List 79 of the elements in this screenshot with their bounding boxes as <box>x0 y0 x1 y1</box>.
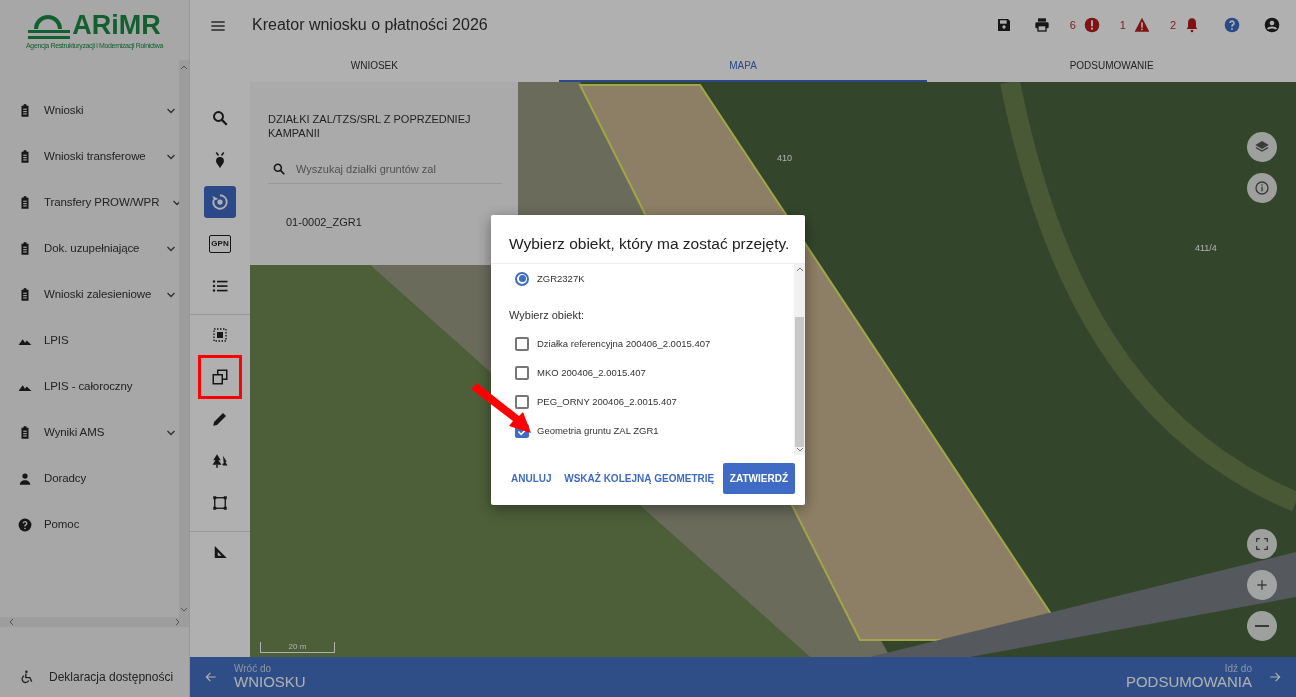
back-link[interactable]: Wróć do WNIOSKU <box>204 663 306 691</box>
dialog-title: Wybierz obiekt, który ma zostać przejęty. <box>508 234 791 254</box>
tab[interactable]: WNIOSEK <box>190 50 559 82</box>
confirm-button[interactable]: ZATWIERDŹ <box>722 463 795 495</box>
save-button[interactable] <box>995 17 1012 33</box>
radio-option[interactable]: ZGR2327K <box>515 264 794 294</box>
panel-title: DZIAŁKI ZAL/TZS/SRL Z POPRZEDNIEJ KAMPANII <box>268 112 472 141</box>
map-label: 410 <box>777 152 793 165</box>
bell-icon <box>1184 17 1200 33</box>
scroll-down-icon <box>180 607 188 613</box>
alert-count: 2 <box>1169 17 1176 33</box>
checkbox[interactable] <box>515 395 529 410</box>
help-icon <box>1224 17 1240 33</box>
wheelchair-icon <box>20 670 34 684</box>
printer-button[interactable] <box>1033 17 1050 33</box>
search-field[interactable]: Wyszukaj działki gruntów zal <box>296 160 498 178</box>
bell-button[interactable] <box>1184 17 1200 33</box>
sidebar-item[interactable]: Dok. uzupełniające <box>0 226 179 272</box>
next-link[interactable]: Idź do PODSUMOWANIA <box>1125 663 1282 691</box>
sidebar-item[interactable]: Pomoc <box>0 502 179 548</box>
tab[interactable]: PODSUMOWANIE <box>927 50 1296 82</box>
warning-triangle-button[interactable] <box>1133 17 1150 33</box>
arrow-right-icon <box>1268 670 1282 684</box>
sidebar-item[interactable]: Wyniki AMS <box>0 410 179 456</box>
pencil-icon <box>211 410 229 428</box>
alert-count: 1 <box>1119 17 1126 33</box>
scroll-up-icon <box>795 266 804 273</box>
sidebar-item[interactable]: LPIS - całoroczny <box>0 364 179 410</box>
person-icon <box>18 472 32 486</box>
checkbox-option[interactable]: Działka referencyjna 200406_2.0015.407 <box>515 329 794 359</box>
help-icon <box>18 518 32 532</box>
help-button[interactable] <box>1224 17 1240 33</box>
dialog-button[interactable]: WSKAŻ KOLEJNĄ GEOMETRIĘ <box>560 465 719 493</box>
warning-triangle-icon <box>1133 17 1150 33</box>
checkbox-option[interactable]: PEG_ORNY 200406_2.0015.407 <box>515 387 794 417</box>
dashed-square-icon <box>211 326 229 344</box>
account-icon <box>1264 17 1280 33</box>
scrollbar-thumb[interactable] <box>795 316 804 447</box>
sidebar-item[interactable]: Doradcy <box>0 456 179 502</box>
scroll-right-icon <box>175 618 181 626</box>
save-icon <box>995 17 1012 33</box>
printer-icon <box>1033 17 1050 33</box>
logo-text: ARiMR <box>72 12 161 40</box>
scroll-down-icon <box>795 447 804 454</box>
logo-arch-icon <box>28 13 71 40</box>
overlapping-squares-icon <box>211 368 229 386</box>
arrow-left-icon <box>204 670 218 684</box>
info-icon <box>1254 180 1270 196</box>
sidebar-item[interactable]: Wnioski transferowe <box>0 134 179 180</box>
selection-square-icon <box>211 494 229 512</box>
plus-icon <box>1254 577 1270 593</box>
sidebar-item[interactable]: LPIS <box>0 318 179 364</box>
section-label: Wybierz obiekt: <box>509 308 586 324</box>
circular-arrows-tool[interactable] <box>204 186 236 218</box>
account-button[interactable] <box>1264 17 1280 33</box>
gpn-tool[interactable]: GPN <box>204 228 236 260</box>
sidebar-item[interactable]: Wnioski <box>0 88 179 134</box>
scroll-left-icon <box>8 618 14 626</box>
dialog-button[interactable]: ANULUJ <box>507 465 556 493</box>
page-title: Kreator wniosku o płatności 2026 <box>252 15 489 35</box>
map-label: 411/4 <box>1195 242 1217 255</box>
trees-icon <box>211 452 229 470</box>
minus-icon <box>1255 625 1269 627</box>
checkbox[interactable] <box>515 337 529 352</box>
exclamation-circle-button[interactable] <box>1083 17 1100 33</box>
checkbox-option[interactable]: MKO 200406_2.0015.407 <box>515 358 794 388</box>
checkbox[interactable] <box>515 366 529 381</box>
alert-count: 6 <box>1069 17 1076 33</box>
exclamation-circle-icon <box>1083 17 1100 33</box>
scale-bar: 20 m <box>260 642 335 653</box>
search-icon <box>272 161 286 176</box>
search-icon <box>211 109 229 127</box>
sidebar-item[interactable]: Wnioski zalesieniowe <box>0 272 179 318</box>
fullscreen-icon <box>1254 536 1270 552</box>
accessibility-link[interactable]: Deklaracja dostępności <box>0 657 189 697</box>
list-icon <box>211 277 229 295</box>
scroll-up-icon <box>180 64 188 70</box>
circular-arrows-icon <box>211 193 229 211</box>
sidebar-item[interactable]: Transfery PROW/WPR <box>0 180 179 226</box>
